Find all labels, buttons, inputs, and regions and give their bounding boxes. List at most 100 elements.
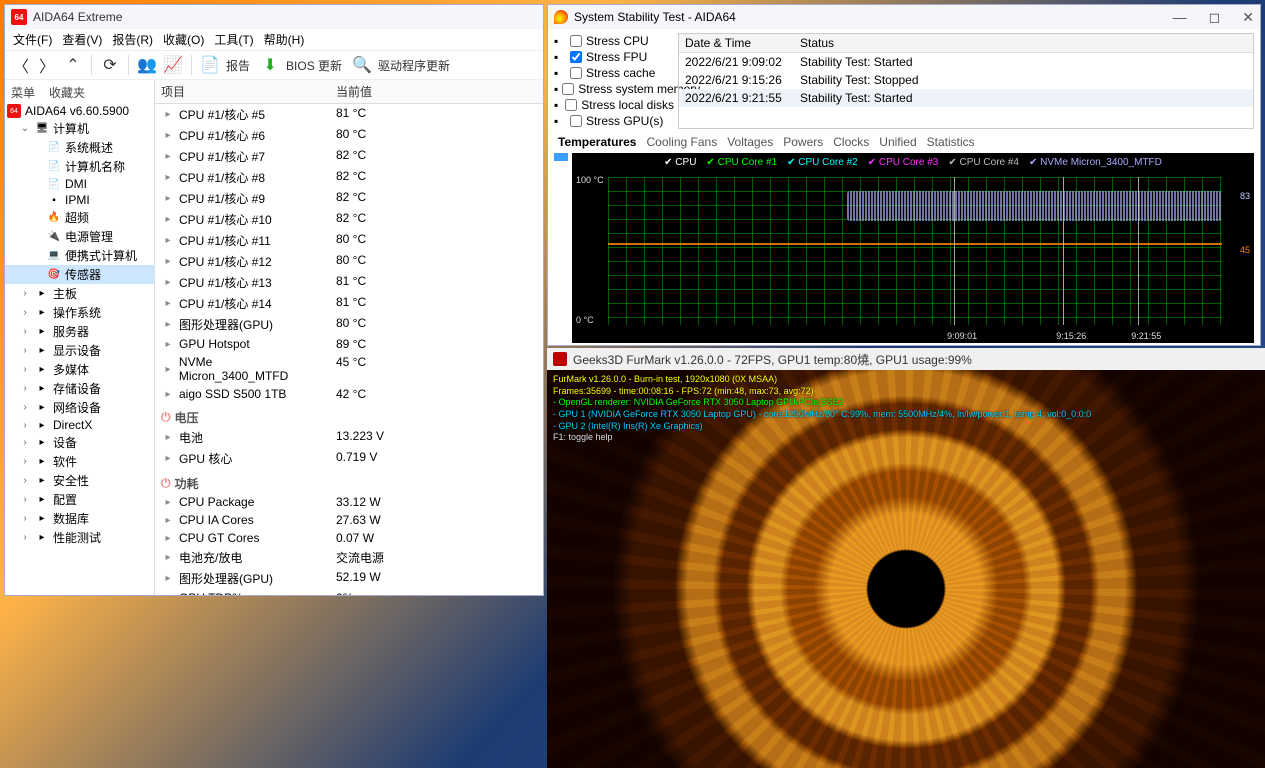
list-row[interactable]: ▸GPU 核心0.719 V xyxy=(155,448,543,469)
list-row[interactable]: ▸CPU #1/核心 #882 °C xyxy=(155,167,543,188)
collapse-icon[interactable]: ⌄ xyxy=(19,123,31,134)
tree-version[interactable]: 64 AIDA64 v6.60.5900 xyxy=(5,103,154,119)
tree-item[interactable]: ›▸性能测试 xyxy=(5,528,154,547)
list-row[interactable]: ▸CPU #1/核心 #1280 °C xyxy=(155,251,543,272)
log-row[interactable]: 2022/6/21 9:15:26Stability Test: Stopped xyxy=(679,71,1253,89)
menu-report[interactable]: 报告(R) xyxy=(112,31,153,48)
stress-option[interactable]: ▪ Stress FPU xyxy=(554,49,674,65)
col-item[interactable]: 项目 xyxy=(155,80,330,103)
tree-item[interactable]: ›▸数据库 xyxy=(5,509,154,528)
legend-item[interactable]: CPU xyxy=(664,157,696,168)
list-row[interactable]: ▸GPU TDP%0% xyxy=(155,589,543,595)
list-row[interactable]: ▸aigo SSD S500 1TB42 °C xyxy=(155,385,543,403)
forward-icon[interactable]: 〉 xyxy=(37,55,57,75)
expand-icon[interactable]: › xyxy=(19,307,31,318)
download-icon[interactable]: ⬇ xyxy=(260,55,280,75)
tree-item[interactable]: ›▸主板 xyxy=(5,284,154,303)
log-col-datetime[interactable]: Date & Time xyxy=(679,34,794,52)
log-col-status[interactable]: Status xyxy=(794,34,1253,52)
event-log[interactable]: Date & Time Status 2022/6/21 9:09:02Stab… xyxy=(678,33,1254,129)
list-row[interactable]: ▸电池13.223 V xyxy=(155,427,543,448)
sensor-list[interactable]: 项目 当前值 ▸CPU #1/核心 #581 °C▸CPU #1/核心 #680… xyxy=(155,80,543,595)
tree-item[interactable]: ▪IPMI xyxy=(5,192,154,208)
list-row[interactable]: ▸CPU Package33.12 W xyxy=(155,493,543,511)
list-row[interactable]: ▸图形处理器(GPU)52.19 W xyxy=(155,568,543,589)
expand-icon[interactable]: › xyxy=(19,475,31,486)
tree-item[interactable]: ›▸软件 xyxy=(5,452,154,471)
tree-item[interactable]: 💻便携式计算机 xyxy=(5,246,154,265)
tree-item[interactable]: ›▸显示设备 xyxy=(5,341,154,360)
tree-item[interactable]: ›▸配置 xyxy=(5,490,154,509)
legend-item[interactable]: CPU Core #1 xyxy=(706,157,777,168)
menu-view[interactable]: 查看(V) xyxy=(62,31,102,48)
expand-icon[interactable]: › xyxy=(19,383,31,394)
tree-item[interactable]: ›▸操作系统 xyxy=(5,303,154,322)
tree-item[interactable]: ›▸网络设备 xyxy=(5,398,154,417)
toolbar-report[interactable]: 报告 xyxy=(226,57,250,74)
menu-tools[interactable]: 工具(T) xyxy=(214,31,253,48)
list-row[interactable]: ▸CPU #1/核心 #982 °C xyxy=(155,188,543,209)
minimize-icon[interactable]: — xyxy=(1173,9,1187,26)
expand-icon[interactable]: › xyxy=(19,288,31,299)
tree-item[interactable]: ›▸存储设备 xyxy=(5,379,154,398)
expand-icon[interactable]: › xyxy=(19,420,31,431)
legend-item[interactable]: CPU Core #3 xyxy=(868,157,939,168)
up-icon[interactable]: ⌃ xyxy=(63,55,83,75)
stress-checkbox[interactable] xyxy=(570,115,582,127)
tab-powers[interactable]: Powers xyxy=(783,135,823,149)
furmark-titlebar[interactable]: Geeks3D FurMark v1.26.0.0 - 72FPS, GPU1 … xyxy=(547,348,1265,370)
list-row[interactable]: ▸CPU #1/核心 #1082 °C xyxy=(155,209,543,230)
tree-item[interactable]: 🔥超频 xyxy=(5,208,154,227)
stress-checkbox[interactable] xyxy=(562,83,574,95)
tab-voltages[interactable]: Voltages xyxy=(727,135,773,149)
chart-icon[interactable]: 📈 xyxy=(163,55,183,75)
furmark-viewport[interactable]: FurMark v1.26.0.0 - Burn-in test, 1920x1… xyxy=(547,370,1265,768)
stress-option[interactable]: ▪ Stress cache xyxy=(554,65,674,81)
list-row[interactable]: ▸CPU #1/核心 #1180 °C xyxy=(155,230,543,251)
list-row[interactable]: ▸CPU GT Cores0.07 W xyxy=(155,529,543,547)
users-icon[interactable]: 👥 xyxy=(137,55,157,75)
tab-cooling-fans[interactable]: Cooling Fans xyxy=(646,135,717,149)
close-icon[interactable]: ✕ xyxy=(1242,9,1254,26)
tree-hdr-fav[interactable]: 收藏夹 xyxy=(49,84,85,101)
nav-tree[interactable]: 菜单 收藏夹 64 AIDA64 v6.60.5900 ⌄ 🖥 计算机 📄系统概… xyxy=(5,80,155,595)
expand-icon[interactable]: › xyxy=(19,326,31,337)
col-value[interactable]: 当前值 xyxy=(330,80,543,103)
tree-item[interactable]: 🔌电源管理 xyxy=(5,227,154,246)
maximize-icon[interactable]: ◻ xyxy=(1209,9,1221,26)
menu-favorites[interactable]: 收藏(O) xyxy=(163,31,204,48)
list-row[interactable]: ▸CPU #1/核心 #581 °C xyxy=(155,104,543,125)
tree-item[interactable]: 📄系统概述 xyxy=(5,138,154,157)
list-row[interactable]: ▸CPU #1/核心 #1381 °C xyxy=(155,272,543,293)
legend-item[interactable]: CPU Core #2 xyxy=(787,157,858,168)
refresh-icon[interactable]: ⟳ xyxy=(100,55,120,75)
toolbar-drivers[interactable]: 驱动程序更新 xyxy=(378,57,450,74)
menu-file[interactable]: 文件(F) xyxy=(13,31,52,48)
expand-icon[interactable]: › xyxy=(19,532,31,543)
list-row[interactable]: ▸CPU #1/核心 #782 °C xyxy=(155,146,543,167)
legend-item[interactable]: CPU Core #4 xyxy=(948,157,1019,168)
stress-option[interactable]: ▪ Stress GPU(s) xyxy=(554,113,674,129)
expand-icon[interactable]: › xyxy=(19,364,31,375)
tree-item[interactable]: 📄DMI xyxy=(5,176,154,192)
list-row[interactable]: ▸CPU #1/核心 #680 °C xyxy=(155,125,543,146)
report-page-icon[interactable]: 📄 xyxy=(200,55,220,75)
stress-option[interactable]: ▪ Stress system memory xyxy=(554,81,674,97)
expand-icon[interactable]: › xyxy=(19,513,31,524)
tab-temperatures[interactable]: Temperatures xyxy=(558,135,636,149)
list-row[interactable]: ▸GPU Hotspot89 °C xyxy=(155,335,543,353)
list-row[interactable]: ▸CPU IA Cores27.63 W xyxy=(155,511,543,529)
tree-item[interactable]: ›▸多媒体 xyxy=(5,360,154,379)
stress-checkbox[interactable] xyxy=(565,99,577,111)
tree-computer[interactable]: ⌄ 🖥 计算机 xyxy=(5,119,154,138)
expand-icon[interactable]: › xyxy=(19,494,31,505)
tree-item[interactable]: ›▸DirectX xyxy=(5,417,154,433)
tab-unified[interactable]: Unified xyxy=(879,135,916,149)
list-row[interactable]: ▸图形处理器(GPU)80 °C xyxy=(155,314,543,335)
log-row[interactable]: 2022/6/21 9:09:02Stability Test: Started xyxy=(679,53,1253,71)
tree-item[interactable]: ›▸服务器 xyxy=(5,322,154,341)
list-row[interactable]: ▸CPU #1/核心 #1481 °C xyxy=(155,293,543,314)
list-row[interactable]: ▸电池充/放电交流电源 xyxy=(155,547,543,568)
stress-option[interactable]: ▪ Stress CPU xyxy=(554,33,674,49)
log-row[interactable]: 2022/6/21 9:21:55Stability Test: Started xyxy=(679,89,1253,107)
